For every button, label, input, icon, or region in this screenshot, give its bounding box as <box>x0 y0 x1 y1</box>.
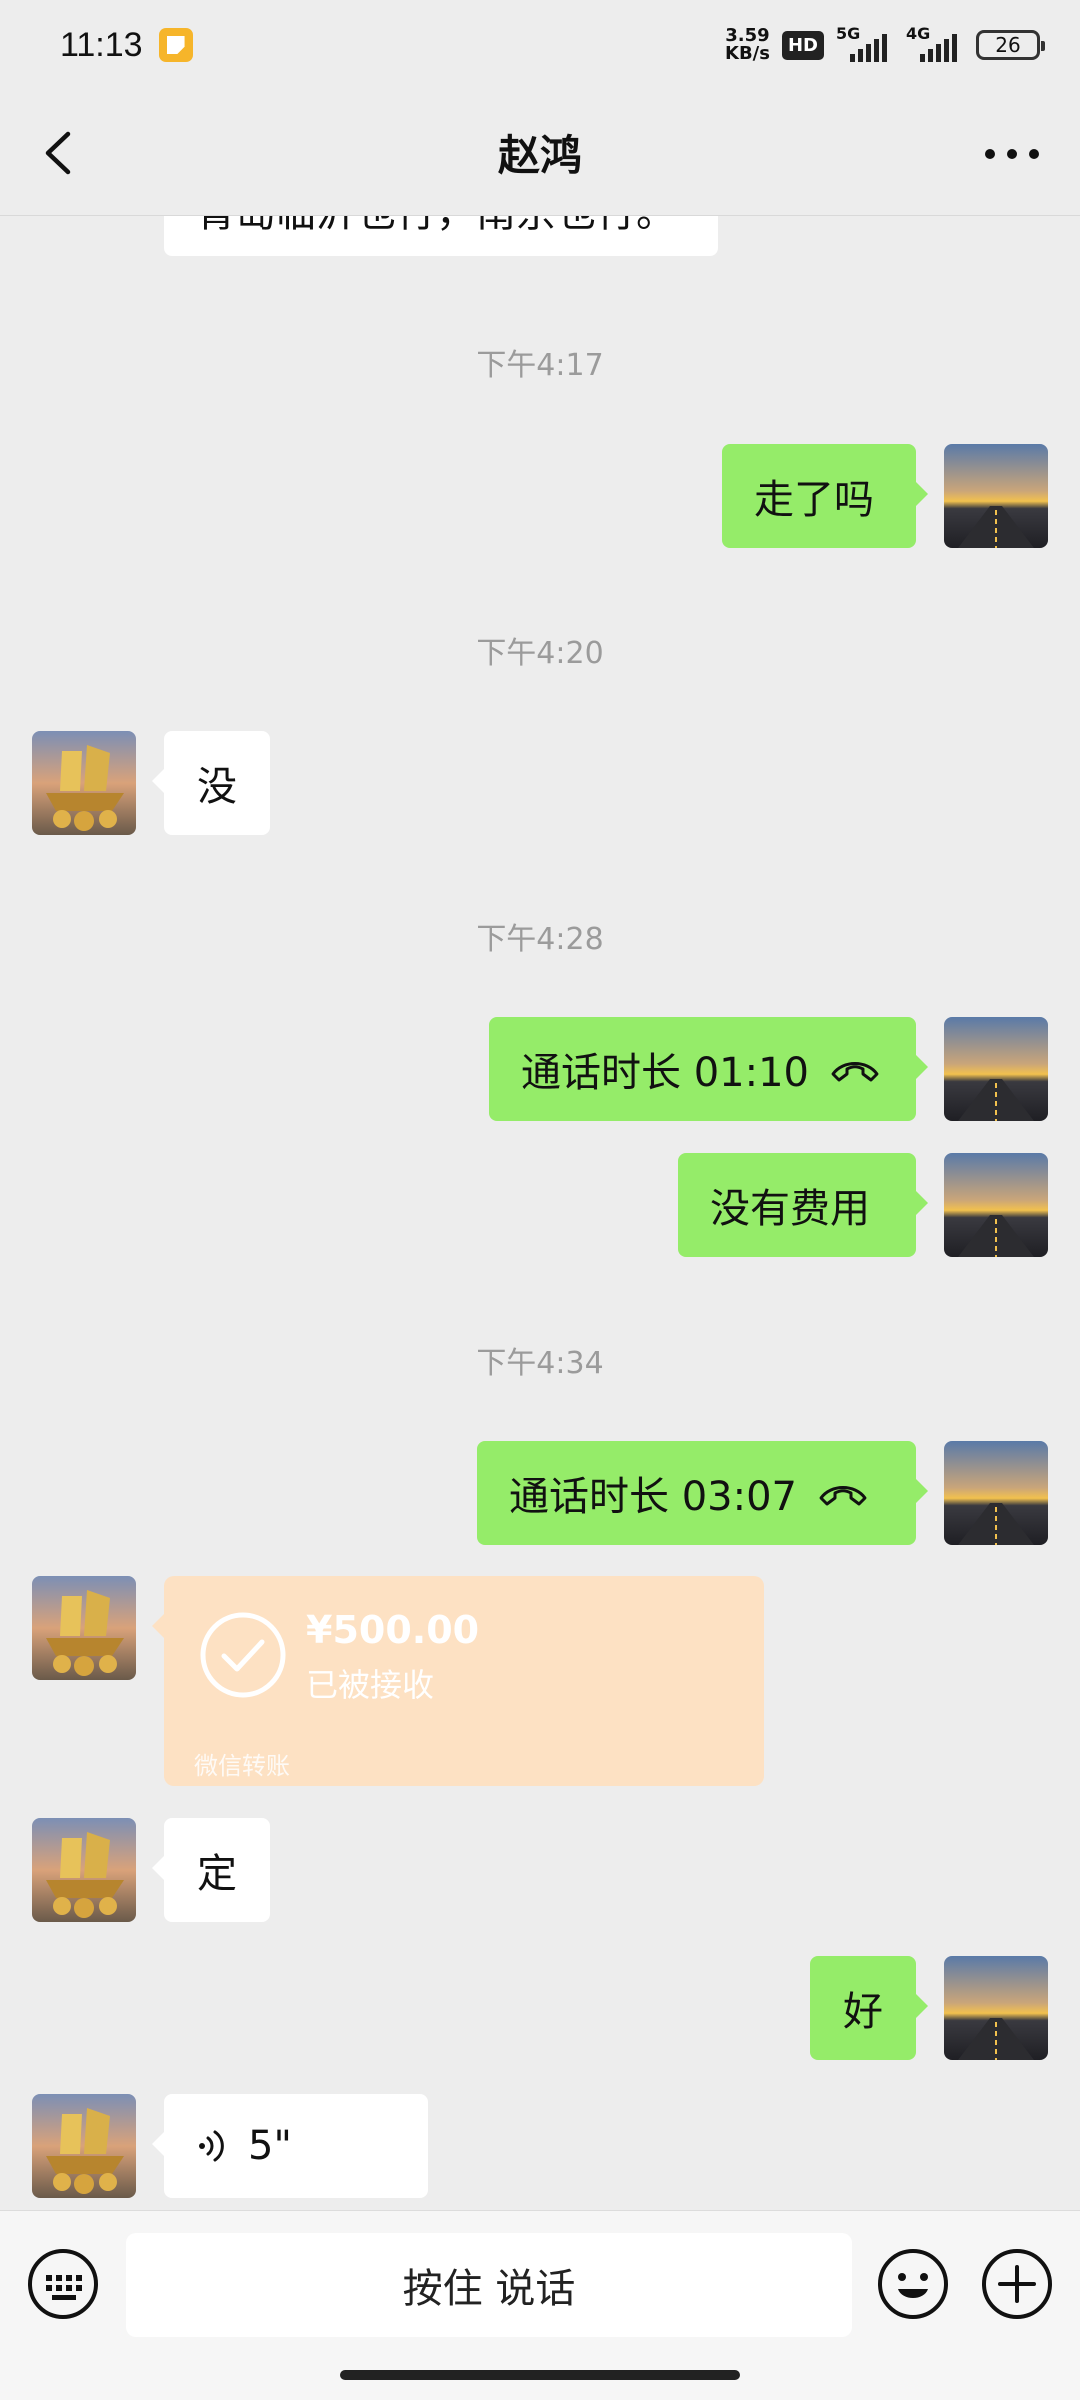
road-avatar-image <box>944 1017 1048 1121</box>
voice-duration: 5" <box>248 2123 292 2169</box>
emoji-button[interactable] <box>876 2247 950 2321</box>
contact-avatar[interactable] <box>32 1576 136 1680</box>
call-duration-text: 通话时长 01:10 <box>521 1050 809 1096</box>
sailing-ship-avatar-image <box>32 1818 136 1922</box>
message-bubble-outgoing[interactable]: 走了吗 <box>722 444 928 548</box>
phone-hangup-icon <box>817 1478 869 1508</box>
transfer-card[interactable]: ¥500.00 已被接收 微信转账 <box>152 1576 764 1786</box>
timestamp: 下午4:34 <box>476 1346 604 1381</box>
more-dots-icon <box>985 149 1039 159</box>
status-indicators: 3.59 KB/s HD 5G 4G 26 <box>725 24 1045 63</box>
my-avatar[interactable] <box>944 1017 1048 1121</box>
status-time: 11:13 <box>60 25 143 64</box>
chevron-left-icon <box>45 131 71 175</box>
contact-avatar[interactable] <box>32 1818 136 1922</box>
road-avatar-image <box>944 1956 1048 2060</box>
message-text: 没 <box>197 764 237 810</box>
keyboard-toggle-button[interactable] <box>26 2247 100 2321</box>
timestamp: 下午4:28 <box>476 922 604 957</box>
message-text: 青岛临沂也行，南京也行。 <box>196 216 676 238</box>
chat-area[interactable]: 青岛临沂也行，南京也行。 下午4:17 走了吗 下午4:20 <box>0 216 1080 2210</box>
message-text: 没有费用 <box>710 1186 870 1232</box>
voice-message-bubble[interactable]: 5" <box>152 2094 428 2198</box>
contact-avatar[interactable] <box>32 2094 136 2198</box>
signal-4g-icon: 4G <box>906 24 964 62</box>
call-record-bubble[interactable]: 通话时长 03:07 <box>477 1441 928 1545</box>
signal-4g-label: 4G <box>906 24 931 43</box>
call-record-bubble[interactable]: 通话时长 01:10 <box>489 1017 928 1121</box>
signal-5g-icon: 5G <box>836 24 894 62</box>
hd-badge: HD <box>781 30 824 60</box>
my-avatar[interactable] <box>944 1956 1048 2060</box>
road-avatar-image <box>944 444 1048 548</box>
my-avatar[interactable] <box>944 444 1048 548</box>
more-functions-button[interactable] <box>980 2247 1054 2321</box>
emoji-icon <box>878 2249 948 2319</box>
chat-title: 赵鸿 <box>497 131 582 180</box>
notification-icon <box>158 28 193 62</box>
signal-5g-label: 5G <box>836 24 861 43</box>
message-bubble-outgoing[interactable]: 没有费用 <box>678 1153 928 1257</box>
message-bubble-incoming[interactable]: 定 <box>152 1818 270 1922</box>
phone-hangup-icon <box>829 1054 881 1084</box>
check-circle-icon <box>200 1612 286 1698</box>
message-text: 定 <box>197 1851 237 1897</box>
my-avatar[interactable] <box>944 1441 1048 1545</box>
network-speed: 3.59 KB/s <box>725 27 770 63</box>
timestamp: 下午4:17 <box>476 348 604 383</box>
message-bubble-outgoing[interactable]: 好 <box>810 1956 928 2060</box>
battery-level: 26 <box>995 33 1021 57</box>
battery-icon: 26 <box>976 30 1045 60</box>
transfer-status: 已被接收 <box>306 1666 435 1704</box>
hold-to-talk-label: 按住 说话 <box>402 2266 576 2312</box>
message-bubble-partial[interactable]: 青岛临沂也行，南京也行。 <box>164 216 718 256</box>
sailing-ship-avatar-image <box>32 1576 136 1680</box>
transfer-label: 微信转账 <box>194 1752 290 1780</box>
sailing-ship-avatar-image <box>32 731 136 835</box>
status-bar: 11:13 3.59 KB/s HD 5G 4G 26 <box>0 0 1080 90</box>
message-bubble-incoming[interactable]: 没 <box>152 731 270 835</box>
contact-avatar[interactable] <box>32 731 136 835</box>
more-button[interactable] <box>982 134 1042 174</box>
hold-to-talk-button[interactable]: 按住 说话 <box>126 2233 852 2337</box>
timestamp: 下午4:20 <box>476 636 604 671</box>
sailing-ship-avatar-image <box>32 2094 136 2198</box>
road-avatar-image <box>944 1153 1048 1257</box>
road-avatar-image <box>944 1441 1048 1545</box>
keyboard-icon <box>28 2249 98 2319</box>
call-duration-text: 通话时长 03:07 <box>509 1474 797 1520</box>
network-speed-unit: KB/s <box>725 43 770 64</box>
back-button[interactable] <box>36 128 86 178</box>
chat-header: 赵鸿 <box>0 90 1080 216</box>
voice-wave-icon <box>196 2128 228 2164</box>
plus-icon <box>982 2249 1052 2319</box>
message-text: 好 <box>843 1989 883 2035</box>
home-indicator[interactable] <box>340 2370 740 2380</box>
transfer-amount: ¥500.00 <box>306 1608 480 1652</box>
my-avatar[interactable] <box>944 1153 1048 1257</box>
message-text: 走了吗 <box>754 477 874 523</box>
